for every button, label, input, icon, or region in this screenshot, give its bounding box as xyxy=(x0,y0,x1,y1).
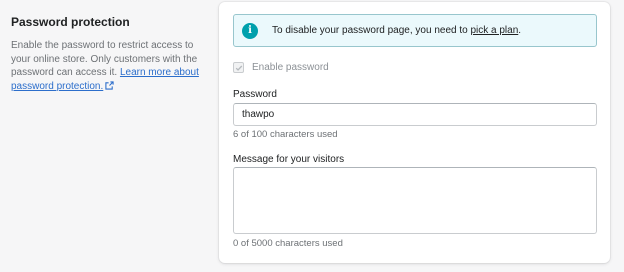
enable-password-label: Enable password xyxy=(252,62,329,73)
banner-message: To disable your password page, you need … xyxy=(272,25,468,36)
message-textarea[interactable] xyxy=(233,167,597,234)
info-banner: i To disable your password page, you nee… xyxy=(233,14,597,47)
password-label: Password xyxy=(233,89,277,100)
banner-suffix: . xyxy=(518,25,522,36)
enable-password-checkbox[interactable] xyxy=(233,62,244,73)
section-title: Password protection xyxy=(11,15,130,29)
message-help-text: 0 of 5000 characters used xyxy=(233,238,343,249)
info-icon: i xyxy=(242,22,258,39)
banner-text: To disable your password page, you need … xyxy=(272,25,521,36)
section-annotation: Password protection Enable the password … xyxy=(11,14,206,93)
password-help-text: 6 of 100 characters used xyxy=(233,129,338,140)
password-input[interactable]: thawpo xyxy=(233,103,597,126)
password-card: i To disable your password page, you nee… xyxy=(219,2,610,263)
pick-plan-link[interactable]: pick a plan xyxy=(470,25,518,36)
message-label: Message for your visitors xyxy=(233,154,345,165)
enable-password-row: Enable password xyxy=(233,62,329,73)
external-link-icon xyxy=(105,80,114,90)
checkmark-icon xyxy=(235,65,242,71)
section-description: Enable the password to restrict access t… xyxy=(11,39,206,93)
